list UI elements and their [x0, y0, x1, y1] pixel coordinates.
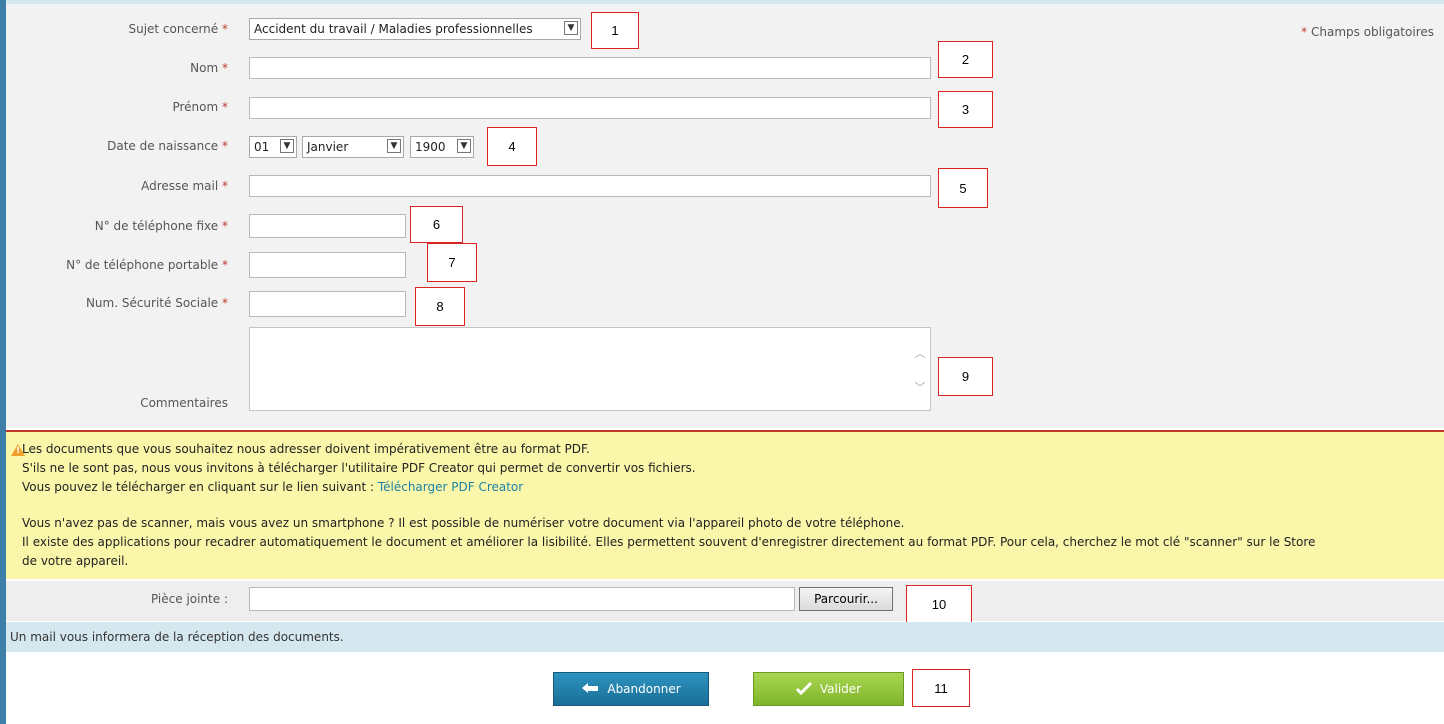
- pdf-creator-link[interactable]: Télécharger PDF Creator: [378, 480, 523, 494]
- callout-4: 4: [487, 127, 537, 166]
- birth-year-select[interactable]: 1900 ▼: [410, 136, 474, 158]
- callout-11: 11: [912, 669, 970, 707]
- social-security-field[interactable]: [249, 291, 406, 317]
- pdf-notice: Les documents que vous souhaitez nous ad…: [6, 430, 1444, 579]
- callout-7: 7: [427, 243, 477, 282]
- cancel-button[interactable]: Abandonner: [553, 672, 709, 706]
- comments-label: Commentaires: [140, 396, 228, 410]
- subject-label: Sujet concerné *: [128, 22, 228, 36]
- callout-5: 5: [938, 168, 988, 208]
- mobile-field[interactable]: [249, 252, 406, 278]
- chevron-down-icon: ▼: [387, 139, 401, 153]
- landline-label: N° de téléphone fixe *: [94, 219, 228, 233]
- chevron-down-icon: ▼: [564, 21, 578, 35]
- last-name-field[interactable]: [249, 57, 931, 79]
- last-name-label: Nom *: [190, 61, 228, 75]
- notice-line-1: Les documents que vous souhaitez nous ad…: [22, 442, 590, 456]
- birth-date-label: Date de naissance *: [107, 139, 228, 153]
- callout-3: 3: [938, 91, 993, 128]
- callout-6: 6: [410, 206, 463, 243]
- birth-month-select[interactable]: Janvier ▼: [302, 136, 404, 158]
- notice-line-5: Il existe des applications pour recadrer…: [22, 535, 1316, 549]
- attachment-label: Pièce jointe :: [150, 592, 228, 606]
- social-security-label: Num. Sécurité Sociale *: [85, 296, 228, 310]
- email-label: Adresse mail *: [141, 179, 228, 193]
- first-name-field[interactable]: [249, 97, 931, 119]
- checkmark-icon: [795, 681, 812, 698]
- callout-10: 10: [906, 585, 972, 623]
- required-fields-note: * Champs obligatoires: [1301, 25, 1434, 39]
- birth-day-select[interactable]: 01 ▼: [249, 136, 297, 158]
- notice-line-6: de votre appareil.: [22, 554, 129, 568]
- email-field[interactable]: [249, 175, 931, 197]
- attachment-path-field[interactable]: [249, 587, 795, 611]
- callout-2: 2: [938, 41, 993, 78]
- chevron-down-icon[interactable]: ﹀: [914, 382, 926, 394]
- subject-select[interactable]: Accident du travail / Maladies professio…: [249, 18, 581, 40]
- notice-line-3: Vous pouvez le télécharger en cliquant s…: [22, 480, 524, 494]
- chevron-down-icon: ▼: [457, 139, 471, 153]
- submit-button[interactable]: Valider: [753, 672, 904, 706]
- back-arrow-icon: [581, 682, 599, 697]
- comments-textarea[interactable]: ︿ ﹀: [249, 327, 931, 411]
- callout-9: 9: [938, 357, 993, 396]
- callout-8: 8: [415, 287, 465, 326]
- notice-line-2: S'ils ne le sont pas, nous vous invitons…: [22, 461, 696, 475]
- callout-1: 1: [591, 12, 639, 49]
- notice-line-4: Vous n'avez pas de scanner, mais vous av…: [22, 516, 905, 530]
- browse-button[interactable]: Parcourir...: [799, 587, 893, 611]
- landline-field[interactable]: [249, 214, 406, 238]
- chevron-down-icon: ▼: [280, 139, 294, 153]
- mail-info: Un mail vous informera de la réception d…: [6, 622, 1444, 652]
- first-name-label: Prénom *: [172, 100, 228, 114]
- mobile-label: N° de téléphone portable *: [66, 258, 228, 272]
- chevron-up-icon[interactable]: ︿: [914, 348, 926, 360]
